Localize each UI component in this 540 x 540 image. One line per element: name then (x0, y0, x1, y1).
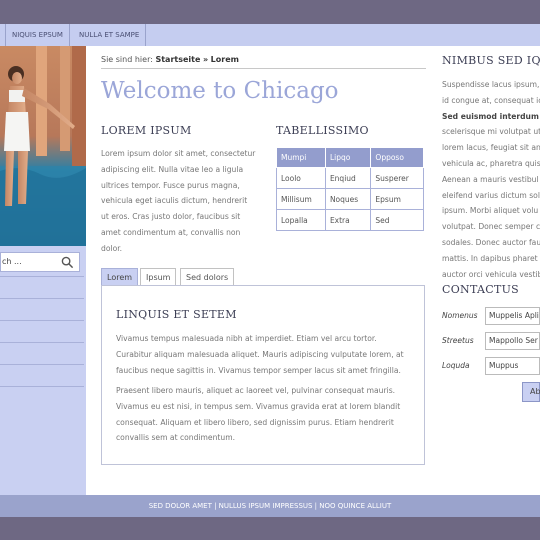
right-text-line: lorem lacus, feugiat sit an (442, 143, 540, 153)
table-cell: Enqiud (324, 167, 372, 189)
right-text-line: mattis. In dapibus pharet (442, 253, 538, 263)
panel-paragraph: Vivamus tempus malesuada nibh at imperdi… (116, 334, 404, 375)
table-header: Opposo (370, 147, 424, 168)
tab-sed-dolors[interactable]: Sed dolors (180, 268, 235, 286)
right-text-line: eleifend varius dictum sol (442, 190, 540, 200)
breadcrumb-divider (101, 68, 426, 69)
right-heading: NIMBUS SED IQU (442, 54, 540, 67)
search-box[interactable]: ch ... (0, 252, 80, 272)
panel-heading: LINQUIS ET SETEM (116, 308, 237, 321)
right-text-line: id congue at, consequat ic (442, 95, 540, 105)
table-cell: Lopalla (276, 209, 326, 231)
lorem-heading: LOREM IPSUM (101, 124, 192, 137)
table-header-row: Mumpi Lipqo Opposo (276, 147, 424, 168)
search-icon[interactable] (61, 256, 74, 269)
breadcrumb-separator: » (202, 55, 209, 64)
street-field[interactable]: Mappollo Ser (485, 332, 540, 350)
data-table: Mumpi Lipqo Opposo Loolo Enqiud Susperer… (276, 147, 424, 231)
bottom-bar (0, 517, 540, 540)
sidebar-divider (0, 276, 84, 277)
table-cell: Epsum (370, 188, 424, 210)
submit-button[interactable]: Ab (522, 382, 540, 402)
footer-links[interactable]: Sed dolor amet | Nullus ipsum impressus … (0, 495, 540, 517)
sidebar-divider (0, 320, 84, 321)
hero-image (0, 46, 86, 246)
table-cell: Sed (370, 209, 424, 231)
table-cell: Extra (324, 209, 372, 231)
right-text-line: Aenean a mauris vestibul (442, 174, 539, 184)
right-text-line: ipsum. Morbi aliquet volu (442, 206, 539, 216)
name-field[interactable]: Muppelis Apli (485, 307, 540, 325)
right-text-line: vehicula ac, pharetra quis (442, 158, 540, 168)
location-field[interactable]: Muppus (485, 357, 540, 375)
sidebar-divider (0, 342, 84, 343)
sidebar-divider (0, 298, 84, 299)
panel-paragraph: Praesent libero mauris, aliquet ac laore… (116, 386, 401, 443)
nav-item-nulla-et-sampe[interactable]: Nulla et sampe (73, 24, 147, 46)
right-text-line: Sed euismod interdum s (442, 111, 540, 121)
contact-heading: CONTACTUS (442, 283, 519, 296)
right-text-line: Suspendisse lacus ipsum, (442, 80, 540, 89)
breadcrumb-prefix: Sie sind hier: (101, 55, 153, 64)
table-row: Millisum Noques Epsum (276, 188, 424, 210)
name-label: Nomenus (442, 311, 478, 320)
right-text: Suspendisse lacus ipsum, id congue at, c… (442, 77, 540, 282)
search-input[interactable]: ch ... (2, 257, 22, 266)
table-header: Mumpi (276, 147, 326, 168)
table-row: Lopalla Extra Sed (276, 209, 424, 231)
right-text-line: scelerisque mi volutpat ut (442, 127, 540, 137)
breadcrumb-home-link[interactable]: Startseite (155, 55, 200, 64)
breadcrumb-current: Lorem (210, 55, 239, 64)
nav-item-niquis-epsum[interactable]: Niquis epsum (6, 24, 70, 46)
street-label: Streetus (442, 336, 474, 345)
main-nav: Niquis epsum Nulla et sampe (0, 24, 540, 46)
location-label: Loquda (442, 361, 470, 370)
table-cell: Millisum (276, 188, 326, 210)
main-content: Sie sind hier: Startseite » Lorem Welcom… (86, 46, 540, 495)
table-heading: TABELLISSIMO (276, 124, 369, 137)
lorem-text: Lorem ipsum dolor sit amet, consectetur … (101, 149, 256, 253)
table-header: Lipqo (324, 147, 372, 168)
breadcrumb: Sie sind hier: Startseite » Lorem (101, 55, 239, 64)
tab-lorem[interactable]: Lorem (101, 268, 139, 286)
table-cell: Loolo (276, 167, 326, 189)
tab-panel: LINQUIS ET SETEM Vivamus tempus malesuad… (101, 285, 425, 465)
table-cell: Noques (324, 188, 372, 210)
right-text-line: volutpat. Donec semper c (442, 222, 540, 232)
sidebar-divider (0, 386, 84, 387)
right-text-line: auctor orci vehicula vestib (442, 269, 540, 279)
right-text-line: sodales. Donec auctor fau (442, 237, 540, 247)
tab-ipsum[interactable]: Ipsum (140, 268, 177, 286)
sidebar-divider (0, 364, 84, 365)
table-row: Loolo Enqiud Susperer (276, 167, 424, 189)
top-bar (0, 0, 540, 24)
table-cell: Susperer (370, 167, 424, 189)
page-title: Welcome to Chicago (101, 78, 339, 104)
